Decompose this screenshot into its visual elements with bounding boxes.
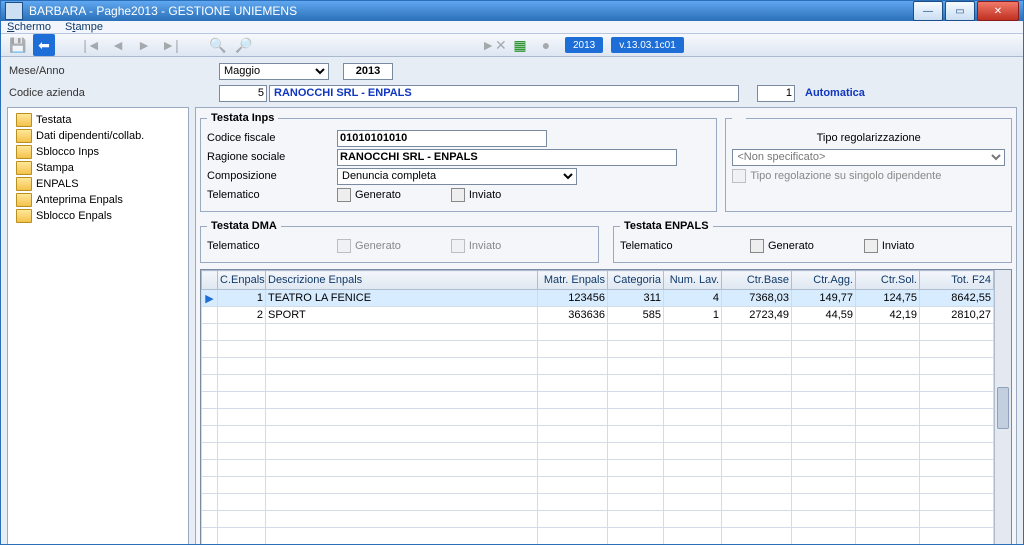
tree-sblocco-inps[interactable]: Sblocco Inps (10, 144, 186, 160)
next-icon: ► (133, 34, 155, 56)
folder-icon (16, 161, 32, 175)
enpals-generato-check[interactable] (750, 239, 764, 253)
folder-icon (16, 129, 32, 143)
zoom-icon: 🔎 (233, 34, 255, 56)
grid-scrollbar[interactable] (994, 270, 1011, 545)
close-button[interactable]: ✕ (977, 1, 1019, 21)
folder-icon (16, 209, 32, 223)
tree-enpals[interactable]: ENPALS (10, 176, 186, 192)
year-badge: 2013 (565, 37, 603, 53)
folder-icon (16, 113, 32, 127)
comp-label: Composizione (207, 170, 337, 182)
dma-generato-check (337, 239, 351, 253)
skip-end-icon: ►✕ (483, 34, 505, 56)
testata-inps-legend: Testata Inps (207, 112, 278, 124)
table-row[interactable]: 2SPORT36363658512723,4944,5942,192810,27 (202, 307, 994, 324)
folder-icon (16, 193, 32, 207)
table-row[interactable] (202, 392, 994, 409)
generato-check[interactable] (337, 188, 351, 202)
company-code-input[interactable] (219, 85, 267, 102)
rs-label: Ragione sociale (207, 151, 337, 163)
tipo-regolarizzazione-group: x Tipo regolarizzazione <Non specificato… (725, 112, 1012, 212)
back-icon[interactable]: ⬅ (33, 34, 55, 56)
enpals-inviato-check[interactable] (864, 239, 878, 253)
tipo-reg-label: Tipo regolarizzazione (817, 132, 921, 144)
codice-azienda-label: Codice azienda (9, 87, 199, 99)
binocular-icon: 🔍 (207, 34, 229, 56)
table-row[interactable] (202, 409, 994, 426)
cf-label: Codice fiscale (207, 132, 337, 144)
company-name: RANOCCHI SRL - ENPALS (269, 85, 739, 102)
testata-dma-group: Testata DMA Telematico Generato Inviato (200, 220, 599, 263)
maximize-button[interactable]: ▭ (945, 1, 975, 21)
table-header-row: C.Enpals Descrizione Enpals Matr. Enpals… (202, 271, 994, 290)
inviato-check[interactable] (451, 188, 465, 202)
telematico-label: Telematico (207, 189, 337, 201)
mode-code-input[interactable] (757, 85, 795, 102)
enpals-tel-label: Telematico (620, 240, 750, 252)
titlebar: BARBARA - Paghe2013 - GESTIONE UNIEMENS … (1, 1, 1023, 21)
table-row[interactable] (202, 477, 994, 494)
menubar: SSchermochermo StampeStampe (1, 21, 1023, 34)
table-row[interactable] (202, 341, 994, 358)
enpals-table[interactable]: C.Enpals Descrizione Enpals Matr. Enpals… (201, 270, 994, 545)
version-badge: v.13.03.1c01 (611, 37, 684, 53)
tipo-reg-select[interactable]: <Non specificato> (732, 149, 1005, 166)
mese-anno-label: Mese/Anno (9, 65, 199, 77)
window-title: BARBARA - Paghe2013 - GESTIONE UNIEMENS (29, 4, 913, 18)
table-row[interactable] (202, 358, 994, 375)
composizione-select[interactable]: Denuncia completa (337, 168, 577, 185)
excel-icon[interactable]: ▦ (509, 34, 531, 56)
app-window: BARBARA - Paghe2013 - GESTIONE UNIEMENS … (0, 0, 1024, 545)
table-row[interactable]: ▶1TEATRO LA FENICE12345631147368,03149,7… (202, 290, 994, 307)
toolbar: 💾 ⬅ |◄ ◄ ► ►| 🔍 🔎 ►✕ ▦ ● 2013 v.13.03.1c… (1, 34, 1023, 57)
testata-enpals-legend: Testata ENPALS (620, 220, 713, 232)
table-row[interactable] (202, 528, 994, 545)
save-icon: 💾 (7, 34, 29, 56)
last-icon: ►| (159, 34, 181, 56)
testata-dma-legend: Testata DMA (207, 220, 281, 232)
tipo-reg-note: Tipo regolazione su singolo dipendente (750, 170, 941, 182)
tree-anteprima-enpals[interactable]: Anteprima Enpals (10, 192, 186, 208)
enpals-grid: C.Enpals Descrizione Enpals Matr. Enpals… (200, 269, 1012, 545)
rs-input[interactable] (337, 149, 677, 166)
table-row[interactable] (202, 443, 994, 460)
testata-inps-group: Testata Inps Codice fiscale Ragione soci… (200, 112, 717, 212)
tree-dati-dipendenti[interactable]: Dati dipendenti/collab. (10, 128, 186, 144)
cf-input[interactable] (337, 130, 547, 147)
detail-panel: Testata Inps Codice fiscale Ragione soci… (195, 107, 1017, 545)
minimize-button[interactable]: — (913, 1, 943, 21)
table-row[interactable] (202, 460, 994, 477)
month-select[interactable]: Maggio (219, 63, 329, 80)
menu-schermo[interactable]: SSchermochermo (7, 21, 51, 33)
testata-enpals-group: Testata ENPALS Telematico Generato Invia… (613, 220, 1012, 263)
menu-stampe[interactable]: StampeStampe (65, 21, 103, 33)
first-icon: |◄ (81, 34, 103, 56)
nav-tree: Testata Dati dipendenti/collab. Sblocco … (7, 107, 189, 545)
dma-tel-label: Telematico (207, 240, 337, 252)
tree-sblocco-enpals[interactable]: Sblocco Enpals (10, 208, 186, 224)
table-row[interactable] (202, 375, 994, 392)
year-input[interactable] (343, 63, 393, 80)
dma-inviato-check (451, 239, 465, 253)
mode-label: Automatica (805, 87, 865, 99)
folder-icon (16, 145, 32, 159)
folder-icon (16, 177, 32, 191)
filter-area: Mese/Anno Maggio Codice azienda RANOCCHI… (1, 57, 1023, 107)
tree-testata[interactable]: Testata (10, 112, 186, 128)
table-row[interactable] (202, 494, 994, 511)
table-row[interactable] (202, 426, 994, 443)
tipo-reg-dip-check (732, 169, 746, 183)
tree-stampa[interactable]: Stampa (10, 160, 186, 176)
prev-icon: ◄ (107, 34, 129, 56)
table-row[interactable] (202, 511, 994, 528)
record-icon: ● (535, 34, 557, 56)
table-row[interactable] (202, 324, 994, 341)
app-icon (5, 2, 23, 20)
